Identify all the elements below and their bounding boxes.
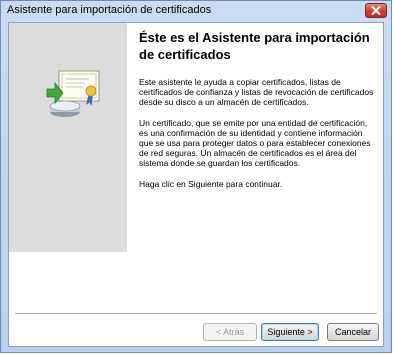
wizard-content-area: Éste es el Asistente para importación de…	[8, 22, 384, 347]
next-button[interactable]: Siguiente >	[261, 323, 319, 341]
back-button[interactable]: < Atrás	[203, 323, 257, 341]
close-icon	[371, 6, 381, 15]
close-button[interactable]	[365, 3, 387, 18]
main-content: Éste es el Asistente para importación de…	[139, 29, 377, 199]
cancel-button[interactable]: Cancelar	[327, 323, 379, 341]
window-title: Asistente para importación de certificad…	[7, 4, 212, 16]
page-title: Éste es el Asistente para importación de…	[139, 30, 370, 62]
continue-instruction: Haga clic en Siguiente para continuar.	[139, 178, 283, 189]
wizard-window: Asistente para importación de certificad…	[0, 0, 392, 353]
divider	[15, 313, 377, 315]
side-panel	[9, 23, 127, 252]
title-bar[interactable]: Asistente para importación de certificad…	[1, 1, 391, 22]
certificate-import-icon	[46, 70, 100, 117]
certificate-explanation-paragraph: Un certificado, que se emite por una ent…	[139, 117, 371, 169]
intro-paragraph: Este asistente le ayuda a copiar certifi…	[139, 77, 374, 108]
